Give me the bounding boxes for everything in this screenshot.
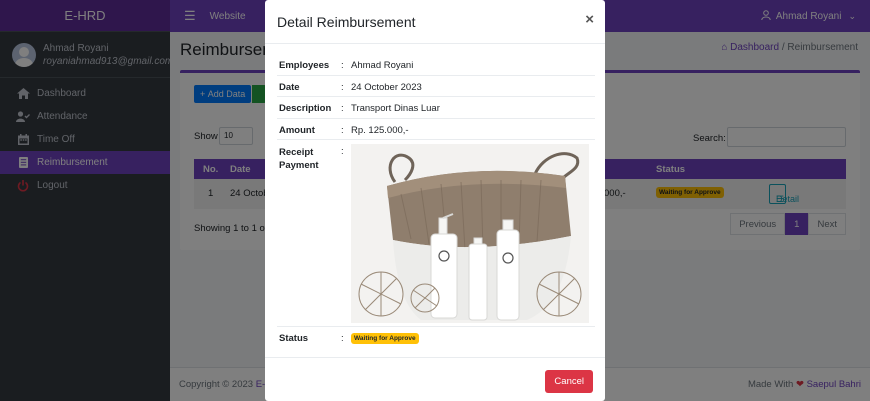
colon: : <box>341 103 344 114</box>
detail-modal: Detail Reimbursement × Employees : Ahmad… <box>265 0 605 401</box>
detail-table: Employees : Ahmad Royani Date : 24 Octob… <box>277 54 595 349</box>
status-label: Status <box>279 333 309 344</box>
close-icon[interactable]: × <box>585 11 594 28</box>
detail-row-receipt: Receipt Payment : <box>277 140 595 327</box>
colon: : <box>341 333 344 344</box>
amount-label: Amount <box>279 124 315 136</box>
status-badge: Waiting for Approve <box>351 333 419 344</box>
receipt-label-line-1: Receipt <box>279 147 314 158</box>
detail-row-status: Status : Waiting for Approve <box>277 327 595 349</box>
modal-title: Detail Reimbursement <box>277 14 416 30</box>
receipt-image <box>351 144 589 323</box>
colon: : <box>341 81 344 93</box>
receipt-label: Receipt Payment <box>279 146 319 172</box>
modal-header: Detail Reimbursement × <box>265 0 605 44</box>
colon: : <box>341 146 344 157</box>
detail-row-amount: Amount : Rp. 125.000,- <box>277 119 595 140</box>
description-label: Description <box>279 103 332 114</box>
colon: : <box>341 60 344 71</box>
receipt-label-line-2: Payment <box>279 160 319 171</box>
modal-footer: Cancel <box>265 357 605 401</box>
description-value: Transport Dinas Luar <box>351 103 440 114</box>
amount-value: Rp. 125.000,- <box>351 124 409 136</box>
detail-row-description: Description : Transport Dinas Luar <box>277 97 595 119</box>
date-value: 24 October 2023 <box>351 81 422 93</box>
detail-row-date: Date : 24 October 2023 <box>277 76 595 97</box>
cancel-button[interactable]: Cancel <box>545 370 593 393</box>
date-label: Date <box>279 81 300 93</box>
employees-value: Ahmad Royani <box>351 60 414 71</box>
detail-row-employees: Employees : Ahmad Royani <box>277 54 595 76</box>
colon: : <box>341 124 344 136</box>
employees-label: Employees <box>279 60 330 71</box>
